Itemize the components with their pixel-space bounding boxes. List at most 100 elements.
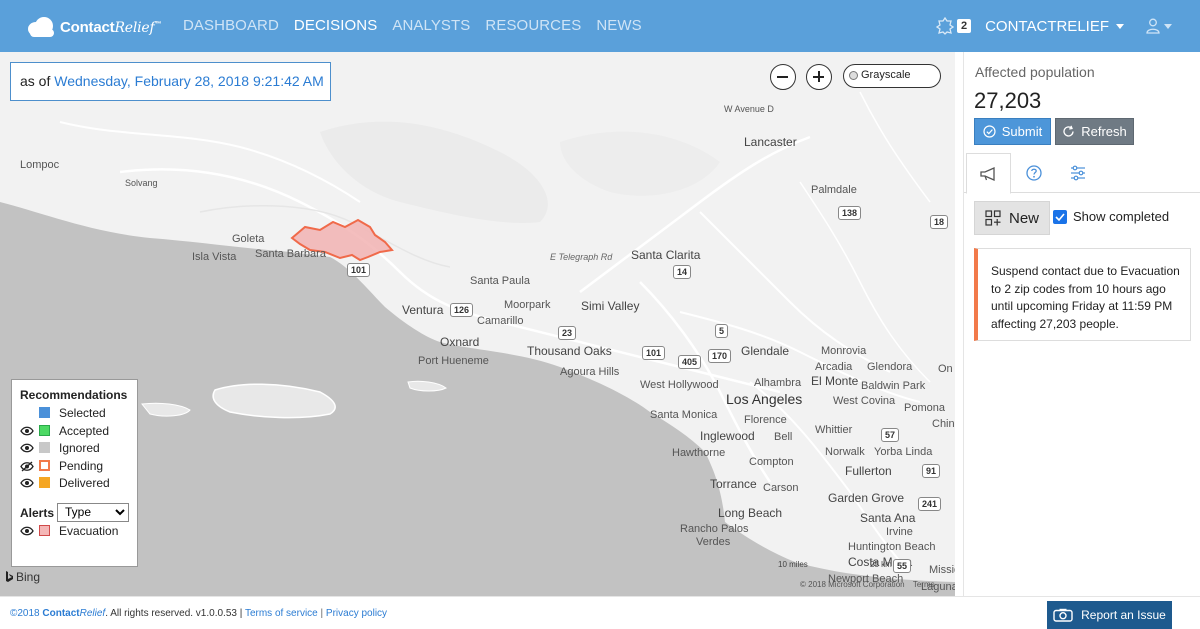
- footer-brand-suffix: Relief: [79, 608, 106, 619]
- place-label: Inglewood: [700, 429, 755, 443]
- scale-miles: 10 miles: [778, 560, 808, 569]
- affected-population-value: 27,203: [974, 88, 1042, 113]
- highway-shield: 170: [708, 349, 732, 363]
- copyright-text: © 2018 Microsoft Corporation: [800, 580, 905, 589]
- tab-filters[interactable]: [1055, 153, 1100, 193]
- nav-decisions[interactable]: DECISIONS: [294, 17, 377, 34]
- place-label: Chin: [932, 418, 955, 430]
- nav-analysts[interactable]: ANALYSTS: [392, 17, 470, 34]
- nav-dashboard[interactable]: DASHBOARD: [183, 17, 279, 34]
- place-label: On: [938, 363, 953, 375]
- map-copyright: © 2018 Microsoft Corporation Terms: [800, 580, 935, 589]
- place-label: Yorba Linda: [874, 446, 933, 458]
- privacy-policy-link[interactable]: Privacy policy: [326, 608, 387, 619]
- place-label: Lancaster: [744, 135, 797, 149]
- tab-announcements[interactable]: [966, 153, 1011, 194]
- place-label: West Hollywood: [640, 379, 719, 391]
- swatch-pending: [39, 459, 50, 471]
- show-completed-toggle[interactable]: Show completed: [1053, 209, 1169, 224]
- highway-shield: 138: [838, 206, 862, 220]
- tab-help[interactable]: [1011, 153, 1056, 193]
- globe-icon: [849, 71, 858, 80]
- place-label: Carson: [763, 482, 799, 494]
- as-of-datetime-link[interactable]: Wednesday, February 28, 2018 9:21:42 AM: [54, 73, 324, 89]
- place-label: El Monte: [811, 374, 859, 388]
- basemap-style-label: Grayscale: [861, 69, 911, 81]
- nav-resources[interactable]: RESOURCES: [485, 17, 581, 34]
- show-completed-checkbox[interactable]: [1053, 209, 1067, 224]
- footer-year: ©2018: [10, 608, 40, 619]
- top-navbar: ContactRelief™ DASHBOARD DECISIONS ANALY…: [0, 0, 1200, 52]
- eye-icon[interactable]: [20, 526, 34, 536]
- terms-of-service-link[interactable]: Terms of service: [245, 608, 318, 619]
- place-label: Pomona: [904, 402, 945, 414]
- legend-item-ignored: Ignored: [20, 440, 129, 458]
- new-decision-button[interactable]: New: [974, 201, 1050, 235]
- place-label: Los Angeles: [726, 391, 803, 407]
- main-nav: DASHBOARD DECISIONS ANALYSTS RESOURCES N…: [183, 17, 642, 34]
- place-label: Whittier: [815, 424, 853, 436]
- place-label: Bell: [774, 431, 793, 443]
- zoom-out-button[interactable]: [770, 64, 796, 90]
- swatch-selected: [39, 407, 50, 418]
- user-icon: [1146, 18, 1160, 34]
- place-label: Florence: [744, 414, 787, 426]
- legend-item-pending: Pending: [20, 458, 129, 476]
- swatch-evacuation: [39, 524, 50, 536]
- as-of-timestamp: as of Wednesday, February 28, 2018 9:21:…: [10, 62, 331, 101]
- alerts-type-select[interactable]: Type: [57, 502, 129, 522]
- notifications-button[interactable]: 2: [935, 17, 972, 35]
- sliders-icon: [1070, 165, 1085, 181]
- highway-shield: 5: [715, 324, 729, 338]
- as-of-prefix: as of: [20, 73, 51, 89]
- highway-shield: 91: [922, 464, 941, 478]
- legend-label: Selected: [59, 406, 106, 420]
- report-issue-button[interactable]: Report an Issue: [1047, 601, 1172, 629]
- place-label: Torrance: [710, 477, 757, 491]
- brand-name: Contact: [60, 18, 115, 36]
- highway-shield: 14: [673, 265, 692, 279]
- legend-label: Ignored: [59, 441, 100, 455]
- eye-icon[interactable]: [20, 443, 34, 453]
- place-label: Huntington Beach: [848, 541, 936, 553]
- brand-logo[interactable]: ContactRelief™: [26, 14, 162, 40]
- place-label: Lompoc: [20, 159, 60, 171]
- alerts-label: Alerts: [20, 505, 55, 520]
- bing-label: Bing: [16, 570, 41, 584]
- place-label: Norwalk: [825, 446, 865, 458]
- place-label: W Avenue D: [724, 104, 774, 114]
- footer-separator: |: [320, 608, 324, 619]
- submit-button[interactable]: Submit: [974, 118, 1051, 145]
- place-label: Compton: [749, 456, 794, 468]
- place-label: Ventura: [402, 303, 444, 317]
- place-label: Thousand Oaks: [527, 344, 612, 358]
- zoom-in-button[interactable]: [806, 64, 832, 90]
- map-terms-link[interactable]: Terms: [913, 580, 935, 589]
- highway-shield: 57: [881, 428, 900, 442]
- decision-card[interactable]: Suspend contact due to Evacuation to 2 z…: [974, 248, 1191, 341]
- account-dropdown[interactable]: CONTACTRELIEF: [985, 18, 1124, 35]
- legend-label: Accepted: [59, 423, 110, 438]
- show-completed-label: Show completed: [1073, 209, 1170, 224]
- place-label: Hawthorne: [672, 447, 726, 459]
- refresh-button[interactable]: Refresh: [1055, 118, 1134, 145]
- place-label: Fullerton: [845, 464, 892, 478]
- footer: ©2018 ContactRelief. All rights reserved…: [0, 596, 1200, 629]
- place-label: Mission: [929, 564, 955, 576]
- map-view[interactable]: Lompoc Solvang Goleta Isla Vista Santa B…: [0, 52, 955, 596]
- nav-news[interactable]: NEWS: [596, 17, 641, 34]
- legend-label: Evacuation: [59, 523, 119, 538]
- decision-panel: Affected population 27,203 Submit Refres…: [963, 52, 1200, 596]
- eye-icon[interactable]: [20, 426, 34, 436]
- user-menu-button[interactable]: [1146, 18, 1172, 34]
- eye-icon[interactable]: [20, 478, 34, 488]
- footer-text: ©2018 ContactRelief. All rights reserved…: [10, 608, 387, 619]
- basemap-style-toggle[interactable]: Grayscale: [843, 64, 941, 88]
- add-grid-icon: [985, 210, 1001, 226]
- place-label: Isla Vista: [192, 251, 237, 263]
- refresh-icon: [1063, 125, 1074, 137]
- settings-badge-icon: [935, 17, 954, 35]
- eye-crossed-icon[interactable]: [20, 461, 34, 472]
- place-label: Oxnard: [440, 335, 480, 349]
- place-label: Santa Paula: [470, 275, 530, 287]
